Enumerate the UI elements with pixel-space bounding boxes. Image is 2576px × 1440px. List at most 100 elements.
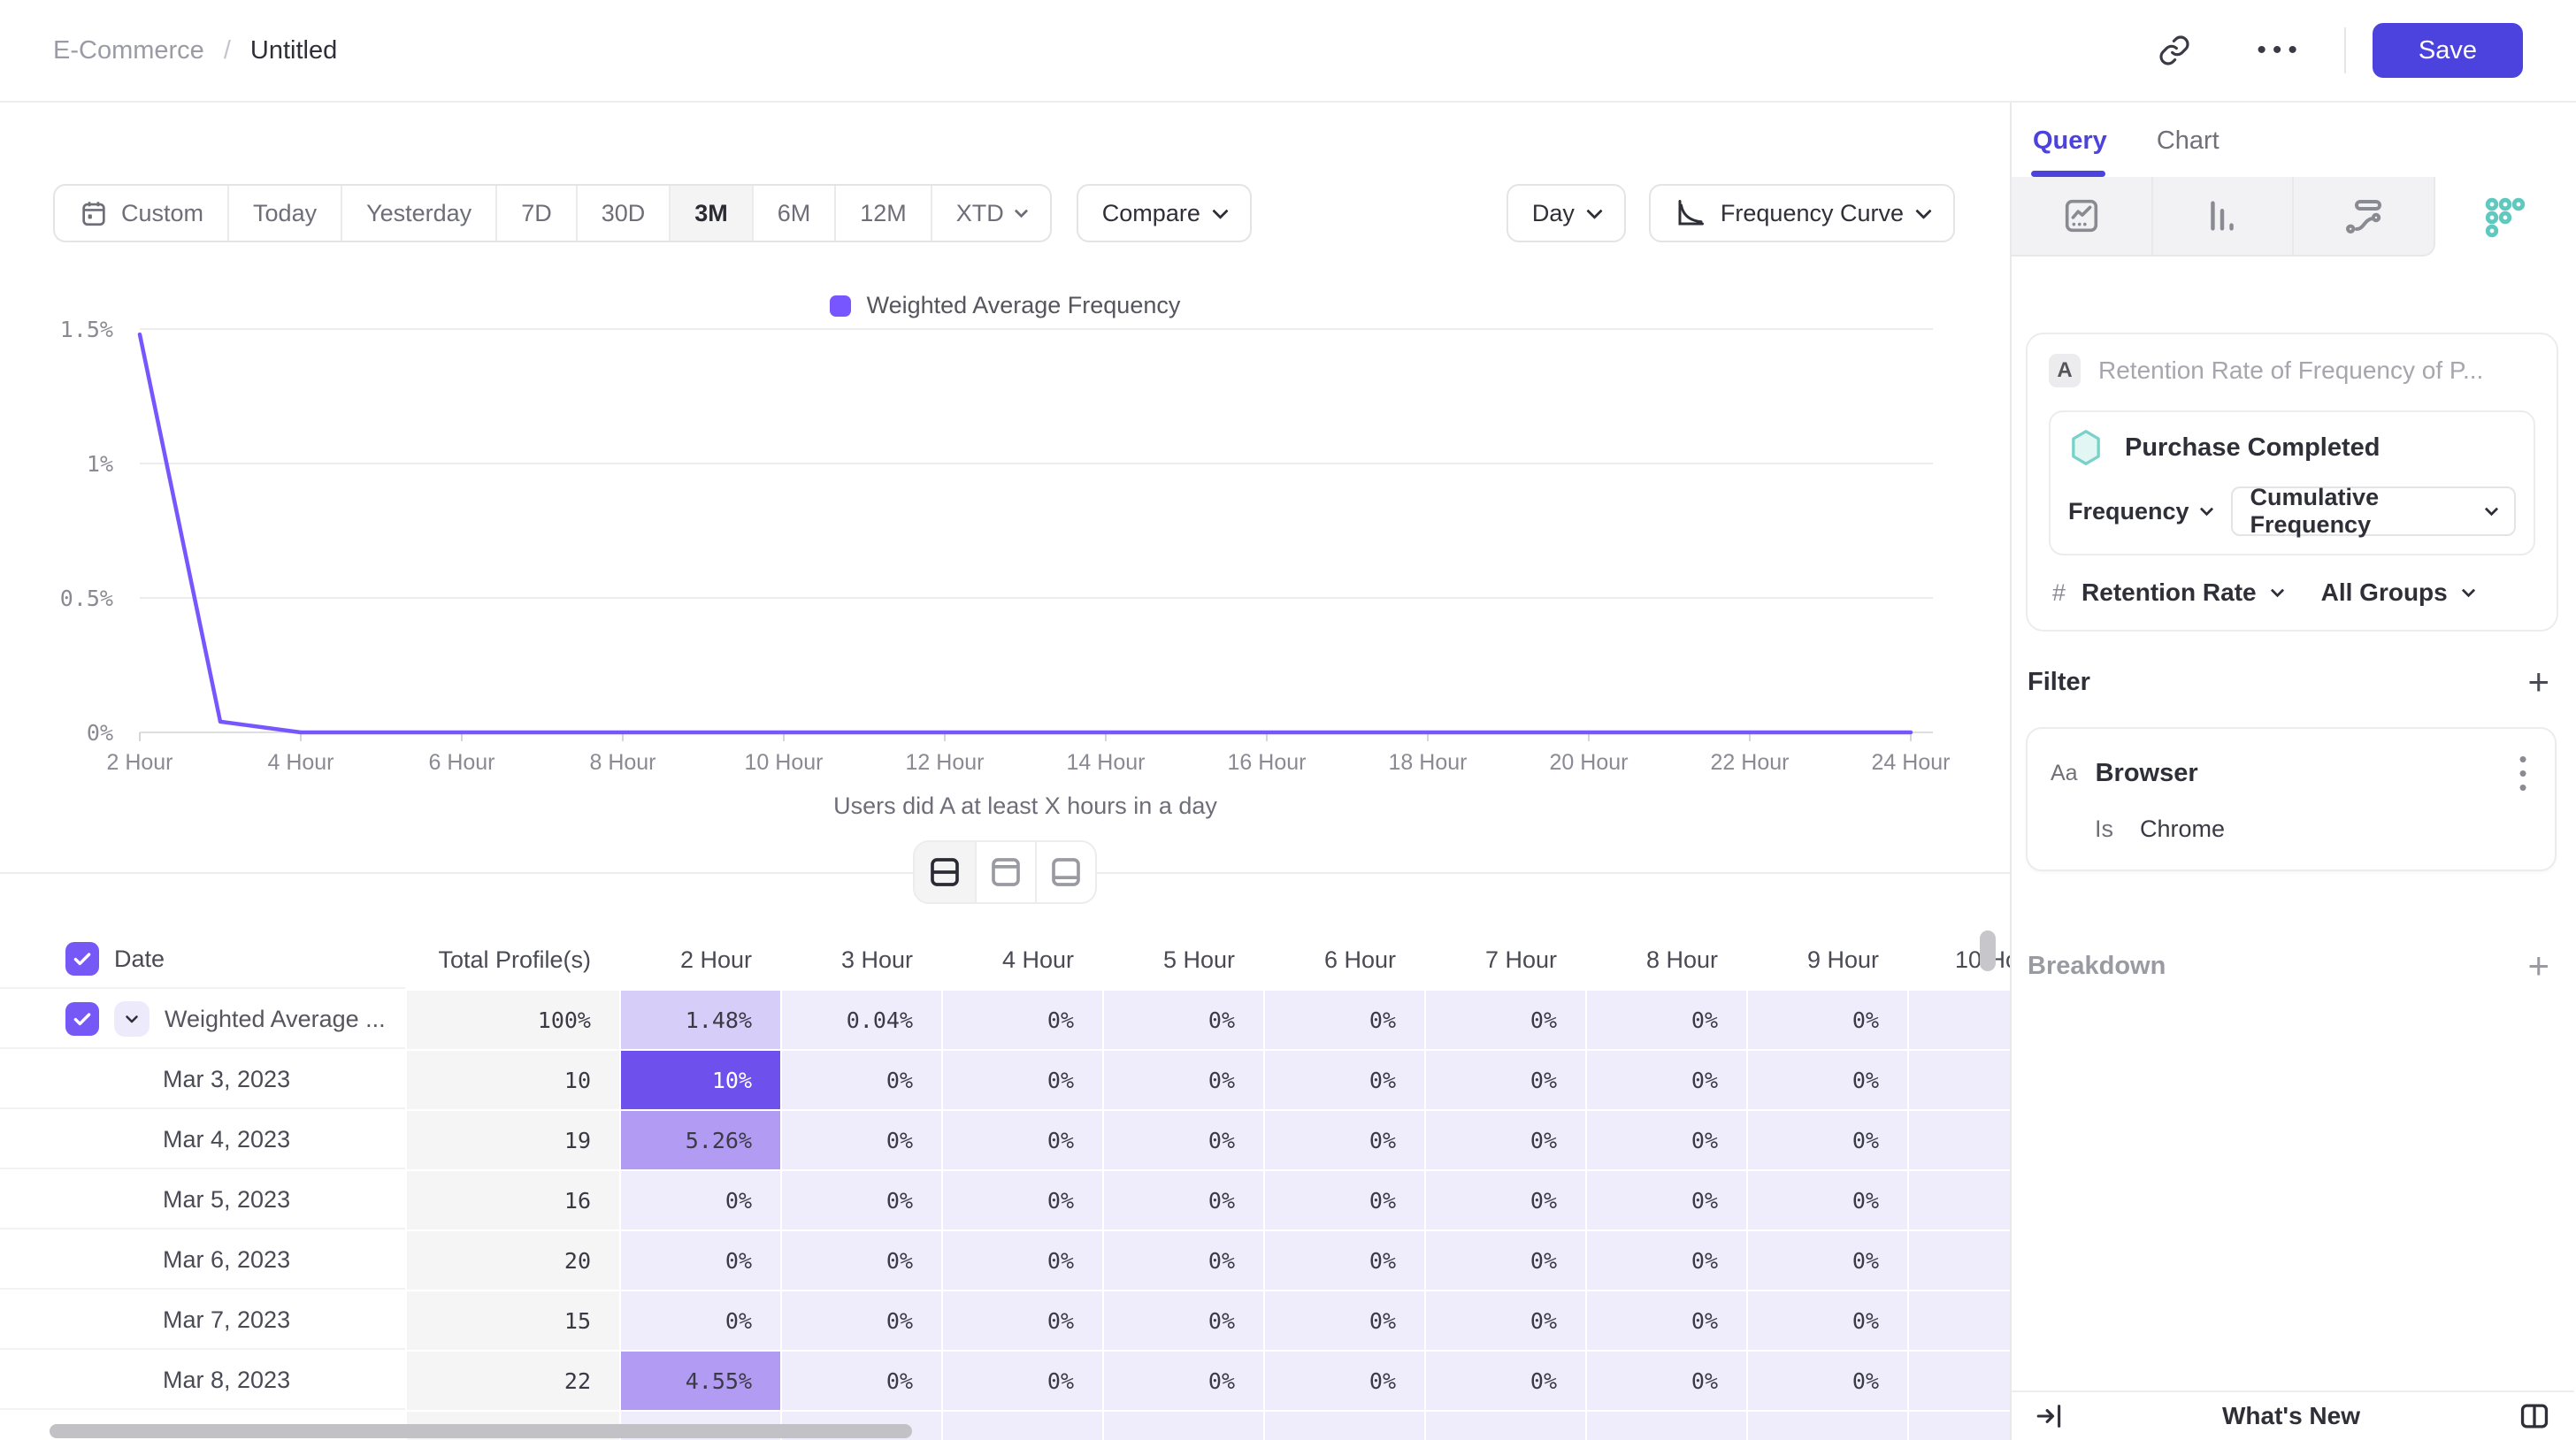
value-cell[interactable] [1909, 1412, 2012, 1440]
value-cell[interactable]: 0% [1909, 1051, 2012, 1109]
range-xtd[interactable]: XTD [931, 186, 1050, 241]
value-cell[interactable]: 0% [782, 1111, 941, 1169]
value-cell[interactable]: 10% [621, 1051, 780, 1109]
column-header-2-hour[interactable]: 2 Hour [621, 931, 780, 989]
whats-new-link[interactable]: What's New [2065, 1402, 2518, 1430]
copy-link-icon[interactable] [2158, 34, 2191, 67]
value-cell[interactable]: 0% [1909, 991, 2012, 1049]
table-row[interactable]: Weighted Average ...100%1.48%0.04%0%0%0%… [0, 991, 2012, 1049]
value-cell[interactable]: 0% [1748, 1111, 1907, 1169]
value-cell[interactable]: 0% [1265, 991, 1424, 1049]
layout-chart-view-button[interactable] [975, 842, 1035, 902]
side-panel-icon[interactable] [2518, 1399, 2551, 1433]
add-breakdown-button[interactable]: + [2527, 947, 2549, 984]
table-row[interactable]: Mar 4, 2023195.26%0%0%0%0%0%0%0%0% [0, 1111, 2012, 1169]
collapse-panel-icon[interactable] [2035, 1401, 2065, 1431]
flows-icon[interactable] [2294, 177, 2435, 257]
range-7d[interactable]: 7D [495, 186, 576, 241]
add-filter-button[interactable]: + [2527, 663, 2549, 701]
value-cell[interactable]: 0% [943, 1051, 1102, 1109]
value-cell[interactable]: 0% [943, 1352, 1102, 1410]
granularity-button[interactable]: Day [1506, 184, 1626, 242]
value-cell[interactable]: 0% [1748, 991, 1907, 1049]
compare-button[interactable]: Compare [1077, 184, 1252, 242]
value-cell[interactable]: 0% [1909, 1171, 2012, 1229]
value-cell[interactable]: 0% [1748, 1231, 1907, 1290]
checkbox-checked[interactable] [65, 942, 99, 976]
value-cell[interactable]: 0% [1426, 1291, 1585, 1350]
save-button[interactable]: Save [2373, 23, 2523, 78]
range-3m[interactable]: 3M [669, 186, 752, 241]
value-cell[interactable]: 0% [1426, 1352, 1585, 1410]
expand-row-icon[interactable] [114, 1001, 150, 1037]
value-cell[interactable]: 0% [1587, 1231, 1746, 1290]
value-cell[interactable]: 0% [1748, 1291, 1907, 1350]
date-cell[interactable]: Mar 4, 2023 [0, 1111, 405, 1169]
insights-icon[interactable] [2012, 177, 2153, 257]
table-row[interactable]: Mar 5, 2023160%0%0%0%0%0%0%0%0% [0, 1171, 2012, 1229]
value-cell[interactable]: 0% [1104, 1231, 1263, 1290]
value-cell[interactable]: 0% [782, 1291, 941, 1350]
value-cell[interactable]: 0% [943, 1231, 1102, 1290]
range-6m[interactable]: 6M [752, 186, 835, 241]
date-cell[interactable]: Mar 7, 2023 [0, 1291, 405, 1350]
value-cell[interactable]: 0% [1587, 1111, 1746, 1169]
value-cell[interactable]: 5.26% [621, 1111, 780, 1169]
column-header-6-hour[interactable]: 6 Hour [1265, 931, 1424, 989]
value-cell[interactable] [1426, 1412, 1585, 1440]
column-header-date[interactable]: Date [0, 931, 405, 989]
range-30d[interactable]: 30D [576, 186, 670, 241]
value-cell[interactable] [1587, 1412, 1746, 1440]
chart-style-button[interactable]: Frequency Curve [1649, 184, 1955, 242]
column-header-9-hour[interactable]: 9 Hour [1748, 931, 1907, 989]
value-cell[interactable]: 0% [1104, 991, 1263, 1049]
value-cell[interactable] [943, 1412, 1102, 1440]
value-cell[interactable]: 0% [1587, 1352, 1746, 1410]
table-row[interactable]: Mar 8, 2023224.55%0%0%0%0%0%0%0%0% [0, 1352, 2012, 1410]
value-cell[interactable]: 0% [943, 1291, 1102, 1350]
filter-options-icon[interactable]: ••• [2514, 752, 2532, 794]
table-vertical-scrollbar[interactable] [1980, 931, 1996, 971]
tab-chart[interactable]: Chart [2157, 126, 2220, 177]
layout-split-view-button[interactable] [915, 842, 975, 902]
filter-property[interactable]: Browser [2096, 759, 2198, 788]
value-cell[interactable]: 0% [1426, 1051, 1585, 1109]
value-cell[interactable]: 0% [1909, 1352, 2012, 1410]
value-cell[interactable]: 0% [1909, 1111, 2012, 1169]
frequency-dropdown[interactable]: Frequency [2068, 498, 2212, 525]
value-cell[interactable]: 0% [1748, 1171, 1907, 1229]
value-cell[interactable]: 0% [1265, 1111, 1424, 1169]
date-cell[interactable]: Mar 8, 2023 [0, 1352, 405, 1410]
value-cell[interactable] [1265, 1412, 1424, 1440]
frequency-mode-dropdown[interactable]: Cumulative Frequency [2231, 486, 2516, 536]
column-header-5-hour[interactable]: 5 Hour [1104, 931, 1263, 989]
total-profiles-cell[interactable]: 16 [407, 1171, 619, 1229]
value-cell[interactable]: 0% [1265, 1352, 1424, 1410]
date-cell[interactable]: Mar 5, 2023 [0, 1171, 405, 1229]
value-cell[interactable]: 0% [1104, 1291, 1263, 1350]
step-title[interactable]: Retention Rate of Frequency of P... [2098, 356, 2483, 385]
column-header-8-hour[interactable]: 8 Hour [1587, 931, 1746, 989]
retention-icon[interactable] [2435, 177, 2575, 257]
column-header-7-hour[interactable]: 7 Hour [1426, 931, 1585, 989]
value-cell[interactable]: 0% [782, 1231, 941, 1290]
total-profiles-cell[interactable]: 19 [407, 1111, 619, 1169]
value-cell[interactable]: 0% [1265, 1291, 1424, 1350]
value-cell[interactable]: 0% [1426, 1171, 1585, 1229]
value-cell[interactable]: 0% [1104, 1111, 1263, 1169]
chart-legend[interactable]: Weighted Average Frequency [0, 292, 2010, 319]
total-profiles-cell[interactable]: 100% [407, 991, 619, 1049]
date-cell[interactable]: Mar 3, 2023 [0, 1051, 405, 1109]
layout-table-view-button[interactable] [1035, 842, 1095, 902]
value-cell[interactable]: 0.04% [782, 991, 941, 1049]
value-cell[interactable]: 0% [1265, 1051, 1424, 1109]
metric-dropdown[interactable]: Retention Rate [2082, 578, 2257, 607]
value-cell[interactable]: 0% [1426, 1111, 1585, 1169]
date-cell[interactable]: Mar 6, 2023 [0, 1231, 405, 1290]
value-cell[interactable]: 0% [1426, 991, 1585, 1049]
breadcrumb-project[interactable]: E-Commerce [53, 36, 204, 65]
value-cell[interactable]: 0% [621, 1291, 780, 1350]
column-header-10-hour[interactable]: 10 Hour [1909, 931, 2012, 989]
total-profiles-cell[interactable]: 20 [407, 1231, 619, 1290]
table-row[interactable]: Mar 7, 2023150%0%0%0%0%0%0%0%0% [0, 1291, 2012, 1350]
